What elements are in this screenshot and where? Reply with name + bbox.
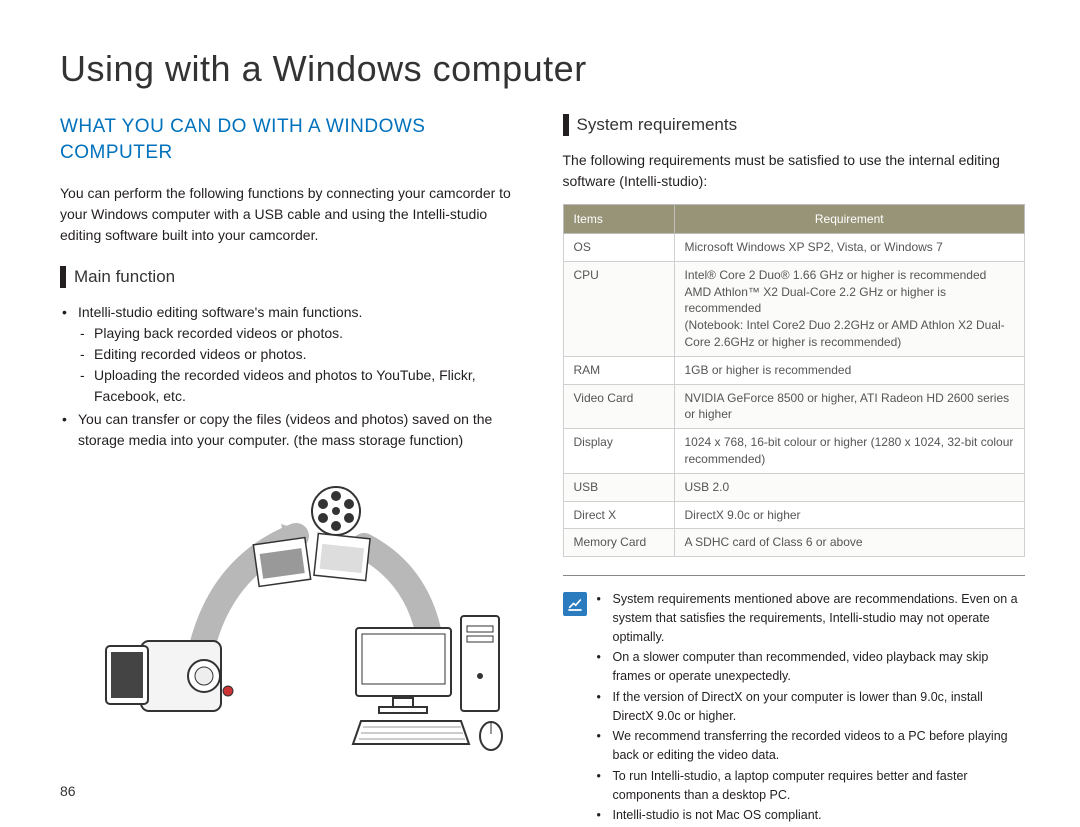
table-row: Display1024 x 768, 16-bit colour or high…	[563, 429, 1025, 474]
list-item: You can transfer or copy the files (vide…	[60, 409, 523, 451]
table-cell-item: Video Card	[563, 384, 674, 429]
table-cell-requirement: Microsoft Windows XP SP2, Vista, or Wind…	[674, 234, 1025, 262]
table-row: RAM1GB or higher is recommended	[563, 356, 1025, 384]
table-cell-requirement: Intel® Core 2 Duo® 1.66 GHz or higher is…	[674, 261, 1025, 356]
table-row: Direct XDirectX 9.0c or higher	[563, 501, 1025, 529]
page-title: Using with a Windows computer	[60, 48, 1025, 90]
table-row: USBUSB 2.0	[563, 473, 1025, 501]
list-item: System requirements mentioned above are …	[595, 590, 1026, 646]
list-item: Intelli-studio editing software's main f…	[60, 302, 523, 407]
list-item: Intelli-studio is not Mac OS compliant.	[595, 806, 1026, 825]
table-cell-item: Memory Card	[563, 529, 674, 557]
table-cell-requirement: NVIDIA GeForce 8500 or higher, ATI Radeo…	[674, 384, 1025, 429]
table-row: Video CardNVIDIA GeForce 8500 or higher,…	[563, 384, 1025, 429]
subsection-system-requirements: System requirements	[563, 114, 1026, 136]
table-cell-item: OS	[563, 234, 674, 262]
table-cell-item: RAM	[563, 356, 674, 384]
section-bar-icon	[60, 266, 66, 288]
page-number: 86	[60, 783, 76, 799]
table-cell-requirement: 1GB or higher is recommended	[674, 356, 1025, 384]
illustration-camcorder-to-pc	[60, 476, 523, 751]
table-header-requirement: Requirement	[674, 205, 1025, 234]
note-box: System requirements mentioned above are …	[563, 575, 1026, 827]
left-column: WHAT YOU CAN DO WITH A WINDOWS COMPUTER …	[60, 114, 523, 827]
list-item: Uploading the recorded videos and photos…	[78, 365, 523, 407]
requirements-intro: The following requirements must be satis…	[563, 150, 1026, 192]
requirements-table: Items Requirement OSMicrosoft Windows XP…	[563, 204, 1026, 557]
list-item: Editing recorded videos or photos.	[78, 344, 523, 365]
table-cell-requirement: A SDHC card of Class 6 or above	[674, 529, 1025, 557]
table-cell-requirement: 1024 x 768, 16-bit colour or higher (128…	[674, 429, 1025, 474]
list-item-text: Intelli-studio editing software's main f…	[78, 304, 362, 320]
intro-paragraph: You can perform the following functions …	[60, 183, 523, 246]
list-item: To run Intelli-studio, a laptop computer…	[595, 767, 1026, 805]
subsection-label: Main function	[74, 267, 175, 287]
list-item: We recommend transferring the recorded v…	[595, 727, 1026, 765]
table-header-items: Items	[563, 205, 674, 234]
section-heading-windows: WHAT YOU CAN DO WITH A WINDOWS COMPUTER	[60, 114, 523, 165]
table-cell-item: Direct X	[563, 501, 674, 529]
right-column: System requirements The following requir…	[563, 114, 1026, 827]
list-item: If the version of DirectX on your comput…	[595, 688, 1026, 726]
table-row: OSMicrosoft Windows XP SP2, Vista, or Wi…	[563, 234, 1025, 262]
list-item: Playing back recorded videos or photos.	[78, 323, 523, 344]
subsection-label: System requirements	[577, 115, 738, 135]
list-item: On a slower computer than recommended, v…	[595, 648, 1026, 686]
table-cell-requirement: USB 2.0	[674, 473, 1025, 501]
section-bar-icon	[563, 114, 569, 136]
table-cell-item: CPU	[563, 261, 674, 356]
table-cell-item: USB	[563, 473, 674, 501]
note-icon	[563, 592, 587, 616]
main-function-list: Intelli-studio editing software's main f…	[60, 302, 523, 451]
notes-list: System requirements mentioned above are …	[595, 590, 1026, 827]
subsection-main-function: Main function	[60, 266, 523, 288]
table-row: CPUIntel® Core 2 Duo® 1.66 GHz or higher…	[563, 261, 1025, 356]
table-row: Memory CardA SDHC card of Class 6 or abo…	[563, 529, 1025, 557]
table-cell-item: Display	[563, 429, 674, 474]
table-cell-requirement: DirectX 9.0c or higher	[674, 501, 1025, 529]
